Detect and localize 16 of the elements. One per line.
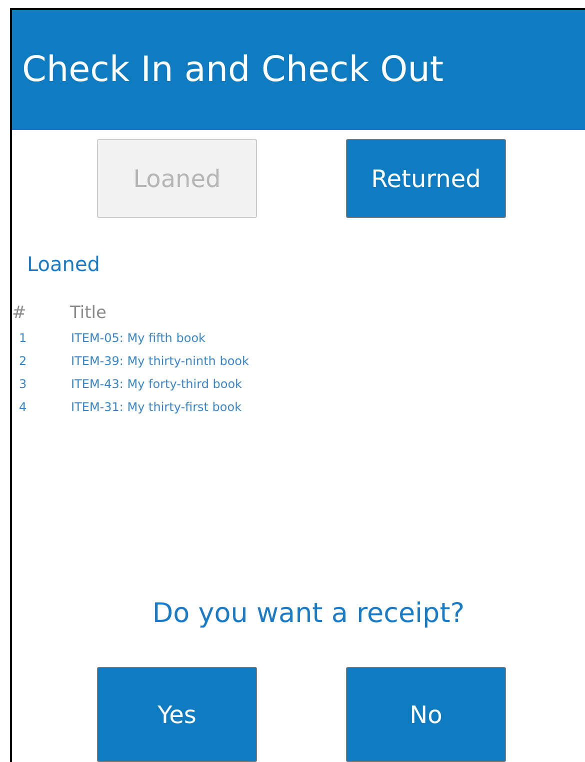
book-title[interactable]: ITEM-39: My thirty-ninth book (70, 354, 249, 368)
book-title[interactable]: ITEM-31: My thirty-first book (70, 400, 242, 414)
column-header: # (12, 303, 28, 323)
row-number: 2 (18, 354, 28, 368)
answer-button[interactable]: No (346, 667, 506, 762)
row-number: 3 (18, 376, 28, 390)
page-title: Check In and Check Out (22, 50, 444, 90)
row-number: 4 (18, 400, 28, 414)
book-title[interactable]: ITEM-43: My forty-third book (70, 376, 242, 390)
receipt-question: Do you want a receipt? (151, 598, 466, 629)
section-title: Loaned (27, 252, 101, 276)
book-title[interactable]: ITEM-05: My fifth book (70, 330, 206, 344)
row-number: 1 (18, 330, 28, 344)
toggle-button[interactable]: Returned (346, 139, 506, 218)
column-header: Title (70, 303, 106, 323)
answer-button[interactable]: Yes (97, 667, 257, 762)
